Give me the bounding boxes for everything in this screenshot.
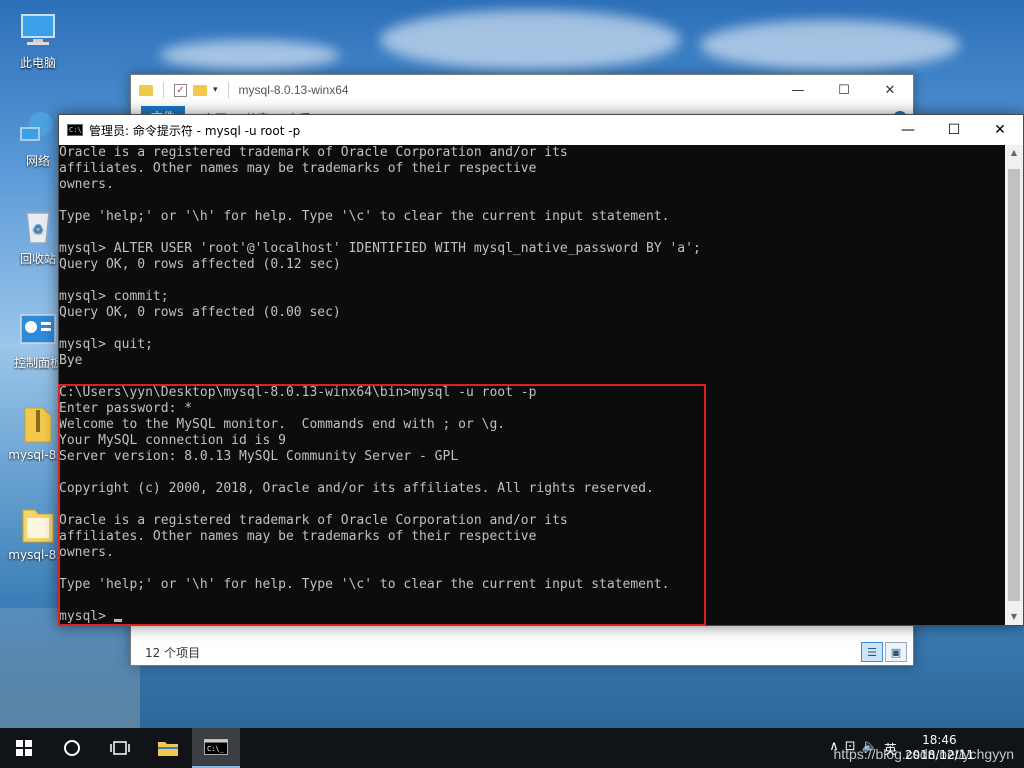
- console-line: Oracle is a registered trademark of Orac…: [59, 145, 568, 160]
- explorer-statusbar: 12 个项目 ☰ ▣: [131, 639, 913, 665]
- item-count: 12 个项目: [145, 645, 201, 660]
- desktop-icon-this-pc[interactable]: 此电脑: [6, 10, 70, 71]
- console-title: 管理员: 命令提示符 - mysql -u root -p: [89, 123, 301, 138]
- console-line: Your MySQL connection id is 9: [59, 433, 286, 448]
- mysql-prompt: mysql>: [59, 609, 114, 624]
- console-line: Bye: [59, 353, 83, 368]
- svg-text:♻: ♻: [33, 222, 44, 236]
- quick-access-toolbar: ✓ ▾: [139, 82, 233, 98]
- customize-dropdown-icon[interactable]: ▾: [213, 85, 218, 95]
- maximize-button[interactable]: ☐: [931, 115, 977, 145]
- network-icon: [18, 108, 58, 148]
- new-folder-icon[interactable]: [193, 84, 207, 96]
- minimize-button[interactable]: —: [885, 115, 931, 145]
- divider: [227, 82, 229, 98]
- search-button[interactable]: [48, 728, 96, 768]
- console-output[interactable]: Oracle is a registered trademark of Orac…: [59, 145, 1005, 625]
- console-line: mysql> commit;: [59, 289, 169, 304]
- task-view-icon: [110, 741, 130, 755]
- console-line: Query OK, 0 rows affected (0.12 sec): [59, 257, 341, 272]
- wallpaper-cloud: [160, 40, 340, 70]
- console-line: Type 'help;' or '\h' for help. Type '\c'…: [59, 209, 670, 224]
- taskbar-command-prompt[interactable]: C:\_: [192, 728, 240, 768]
- console-line: mysql> ALTER USER 'root'@'localhost' IDE…: [59, 241, 701, 256]
- wallpaper-beach: [0, 608, 140, 728]
- details-view-button[interactable]: ☰: [861, 642, 883, 662]
- zip-folder-icon: [18, 404, 58, 444]
- command-prompt-window[interactable]: C:\ 管理员: 命令提示符 - mysql -u root -p — ☐ ✕ …: [58, 114, 1024, 626]
- console-line: owners.: [59, 545, 114, 560]
- properties-icon[interactable]: ✓: [174, 83, 187, 97]
- console-line: affiliates. Other names may be trademark…: [59, 161, 537, 176]
- close-button[interactable]: ✕: [867, 75, 913, 105]
- maximize-button[interactable]: ☐: [821, 75, 867, 105]
- recycle-bin-icon: ♻: [18, 206, 58, 246]
- console-line: Query OK, 0 rows affected (0.00 sec): [59, 305, 341, 320]
- control-panel-icon: [18, 310, 58, 350]
- scroll-up-arrow-icon[interactable]: ▲: [1005, 145, 1023, 161]
- cortana-circle-icon: [64, 740, 80, 756]
- text-cursor: [113, 619, 122, 622]
- folder-icon[interactable]: [139, 84, 153, 96]
- divider: [163, 82, 164, 98]
- console-scrollbar[interactable]: ▲ ▼: [1005, 145, 1023, 625]
- scrollbar-thumb[interactable]: [1008, 169, 1020, 601]
- wallpaper-cloud: [700, 20, 960, 70]
- console-line: Oracle is a registered trademark of Orac…: [59, 513, 568, 528]
- cmd-icon: C:\: [67, 124, 83, 136]
- console-line: Server version: 8.0.13 MySQL Community S…: [59, 449, 459, 464]
- view-toggle: ☰ ▣: [861, 642, 907, 662]
- start-button[interactable]: [0, 728, 48, 768]
- console-line: Copyright (c) 2000, 2018, Oracle and/or …: [59, 481, 654, 496]
- task-view-button[interactable]: [96, 728, 144, 768]
- console-line: Welcome to the MySQL monitor. Commands e…: [59, 417, 506, 432]
- console-line: affiliates. Other names may be trademark…: [59, 529, 537, 544]
- watermark: https://blog.csdn.net/ychgyyn: [833, 746, 1014, 762]
- folder-icon: [158, 742, 178, 756]
- console-line: Type 'help;' or '\h' for help. Type '\c'…: [59, 577, 670, 592]
- explorer-titlebar[interactable]: ✓ ▾ mysql-8.0.13-winx64 — ☐ ✕: [131, 75, 913, 105]
- scroll-down-arrow-icon[interactable]: ▼: [1005, 609, 1023, 625]
- svg-text:C:\_: C:\_: [207, 745, 225, 753]
- explorer-window-controls: — ☐ ✕: [775, 75, 913, 105]
- large-icons-view-button[interactable]: ▣: [885, 642, 907, 662]
- taskbar-file-explorer[interactable]: [144, 728, 192, 768]
- explorer-title: mysql-8.0.13-winx64: [238, 83, 349, 97]
- computer-icon: [18, 10, 58, 50]
- console-line: Enter password: *: [59, 401, 193, 416]
- console-line: C:\Users\yyn\Desktop\mysql-8.0.13-winx64…: [59, 385, 537, 400]
- cmd-icon: C:\_: [204, 739, 228, 755]
- wallpaper-cloud: [380, 10, 680, 70]
- folder-icon: [18, 504, 58, 544]
- console-window-controls: — ☐ ✕: [885, 115, 1023, 145]
- console-line: mysql> quit;: [59, 337, 153, 352]
- desktop-icon-label: 此电脑: [19, 56, 56, 70]
- close-button[interactable]: ✕: [977, 115, 1023, 145]
- console-titlebar[interactable]: C:\ 管理员: 命令提示符 - mysql -u root -p — ☐ ✕: [59, 115, 1023, 145]
- console-line: owners.: [59, 177, 114, 192]
- windows-logo-icon: [16, 740, 32, 756]
- console-prompt-line[interactable]: mysql>: [59, 609, 1005, 625]
- minimize-button[interactable]: —: [775, 75, 821, 105]
